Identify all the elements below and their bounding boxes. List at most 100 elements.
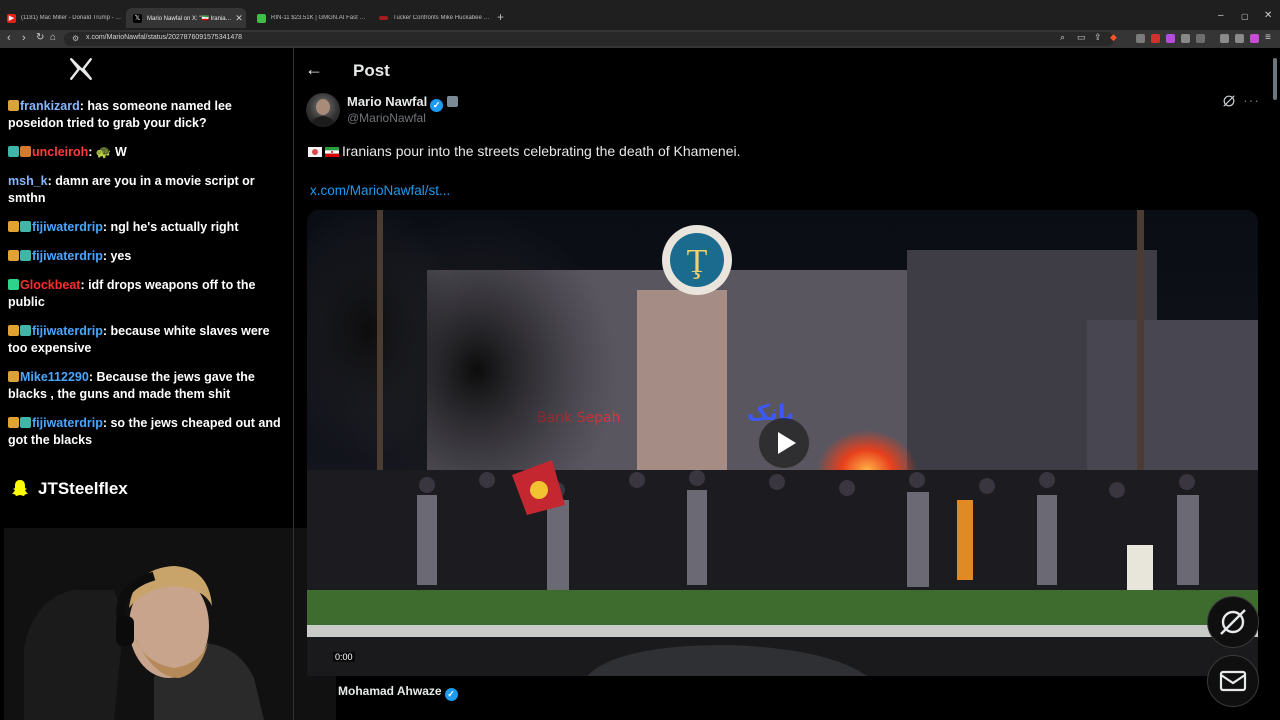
sidebar-icon[interactable] [1235,34,1244,43]
chat-message: frankizard: has someone named lee poseid… [8,98,286,132]
share-icon[interactable]: ⇪ [1094,32,1102,43]
news-icon [379,16,388,20]
quoted-author[interactable]: Mohamad Ahwaze ✓ [338,684,458,701]
tab-x-post[interactable]: 𝕏 Mario Nawfal on X: "🇮🇷 Iranians... ✕ [126,8,246,28]
x-logo-icon[interactable] [68,56,94,82]
chat-message: Mike112290: Because the jews gave the bl… [8,369,286,403]
back-icon[interactable]: ‹ [7,32,11,44]
site-info-icon[interactable]: ⚙ [72,34,79,43]
tab-label: (1181) Mac Miller - Donald Trump - Y... [21,15,122,21]
author-handle[interactable]: @MarioNawfal [347,111,426,125]
extension-icon[interactable] [1136,34,1145,43]
x-icon: 𝕏 [133,13,142,23]
emoji-icon [308,147,322,157]
author-name-text: Mario Nawfal [347,94,428,109]
snapchat-username: JTSteelflex [38,479,128,498]
chat-message: Glockbeat: idf drops weapons off to the … [8,277,286,311]
post-link[interactable]: x.com/MarioNawfal/st... [310,183,450,198]
chat-message: fijiwaterdrip: because white slaves were… [8,323,286,357]
play-button[interactable] [759,418,809,468]
extension-icon[interactable] [1181,34,1190,43]
chat-message: fijiwaterdrip: ngl he's actually right [8,219,286,236]
tab-gmgn[interactable]: RIN-11 $23.51K | GMGN.AI Fast Trad... [250,8,368,28]
menu-icon[interactable]: ≡ [1265,32,1271,43]
video-timestamp: 0:00 [333,652,355,662]
iran-flag-icon [325,147,339,157]
chat-message: fijiwaterdrip: so the jews cheaped out a… [8,415,286,449]
grok-fab-button[interactable] [1207,596,1259,648]
chat-badge-icon [20,325,31,336]
back-arrow-icon[interactable]: ← [305,59,323,80]
more-options-icon[interactable]: ··· [1243,92,1260,108]
post-text: Iranians pour into the streets celebrati… [308,143,740,159]
chat-username: uncleiroh [32,145,89,159]
quoted-author-name: Mohamad Ahwaze [338,684,442,698]
chat-username: fijiwaterdrip [32,249,103,263]
chat-text: : ngl he's actually right [102,220,239,234]
youtube-icon: ▶ [7,13,16,23]
tab-tucker[interactable]: Tucker Confronts Mike Huckabee on... [372,8,492,28]
snapchat-icon [12,480,28,496]
avatar[interactable] [306,93,340,127]
tab-label: RIN-11 $23.51K | GMGN.AI Fast Trad... [271,15,368,21]
verified-badge-icon: ✓ [430,99,444,112]
chat-badge-icon [8,417,19,428]
chat-badge-icon [8,250,19,261]
page-title: Post [353,61,390,80]
messages-fab-button[interactable] [1207,655,1259,707]
tab-label: Tucker Confronts Mike Huckabee on... [393,15,492,21]
affiliate-badge-icon [447,96,459,107]
address-bar[interactable]: ⚙ x.com/MarioNawfal/status/2027876091575… [64,32,1117,46]
tab-youtube[interactable]: ▶ (1181) Mac Miller - Donald Trump - Y..… [0,8,122,28]
chat-badge-icon [20,221,31,232]
grok-icon [1220,609,1246,635]
extension-icon[interactable] [1196,34,1205,43]
chat-username: fijiwaterdrip [32,324,103,338]
extension-icon[interactable] [1166,34,1175,43]
cast-icon[interactable]: ▭ [1077,32,1086,43]
home-icon[interactable]: ⌂ [50,32,56,43]
chat-badge-icon [8,279,19,290]
new-tab-button[interactable]: + [497,10,504,24]
chat-username: fijiwaterdrip [32,416,103,430]
author-name[interactable]: Mario Nawfal ✓ [347,94,459,112]
chat-badge-icon [8,146,19,157]
reload-icon[interactable]: ↻ [36,32,44,43]
chat-username: Mike112290 [20,370,89,384]
chat-badge-icon [20,250,31,261]
chat-badge-icon [8,371,19,382]
tab-label: Mario Nawfal on X: "🇮🇷 Iranians... [147,15,232,22]
svg-text:Ţ: Ţ [687,243,708,280]
extension-icon[interactable] [1250,34,1259,43]
browser-toolbar: ‹ › ↻ ⌂ ⚙ x.com/MarioNawfal/status/20278… [0,30,1280,48]
webcam-overlay [4,528,336,720]
zoom-icon[interactable]: ⌕ [1060,32,1065,43]
post-body-text: Iranians pour into the streets celebrati… [342,143,741,159]
chat-username: Glockbeat [20,278,81,292]
snapchat-handle: JTSteelflex [10,478,128,499]
verified-badge-icon: ✓ [444,688,458,701]
minimize-button[interactable]: – [1218,10,1224,21]
extension-icon[interactable] [1151,34,1160,43]
chat-badge-icon [20,417,31,428]
chat-message: fijiwaterdrip: yes [8,248,286,265]
close-tab-icon[interactable]: ✕ [232,13,246,24]
scrollbar[interactable] [1273,58,1277,100]
column-divider [293,48,294,720]
gmgn-icon [257,13,266,23]
chat-message: msh_k: damn are you in a movie script or… [8,173,286,207]
chat-badge-icon [8,221,19,232]
chat-message: uncleiroh: 🐢 W [8,144,286,161]
forward-icon[interactable]: › [22,32,26,44]
chat-username: frankizard [20,99,80,113]
chat-badge-icon [20,146,31,157]
chat-badge-icon [8,325,19,336]
close-window-button[interactable]: ✕ [1264,10,1272,21]
chat-badge-icon [8,100,19,111]
grok-icon[interactable] [1222,94,1236,108]
brave-shield-icon[interactable]: ◆ [1110,32,1117,43]
url-text: x.com/MarioNawfal/status/202787609157534… [86,34,243,41]
downloads-icon[interactable] [1220,34,1229,43]
maximize-button[interactable]: ▢ [1241,12,1249,21]
mail-icon [1219,670,1247,692]
